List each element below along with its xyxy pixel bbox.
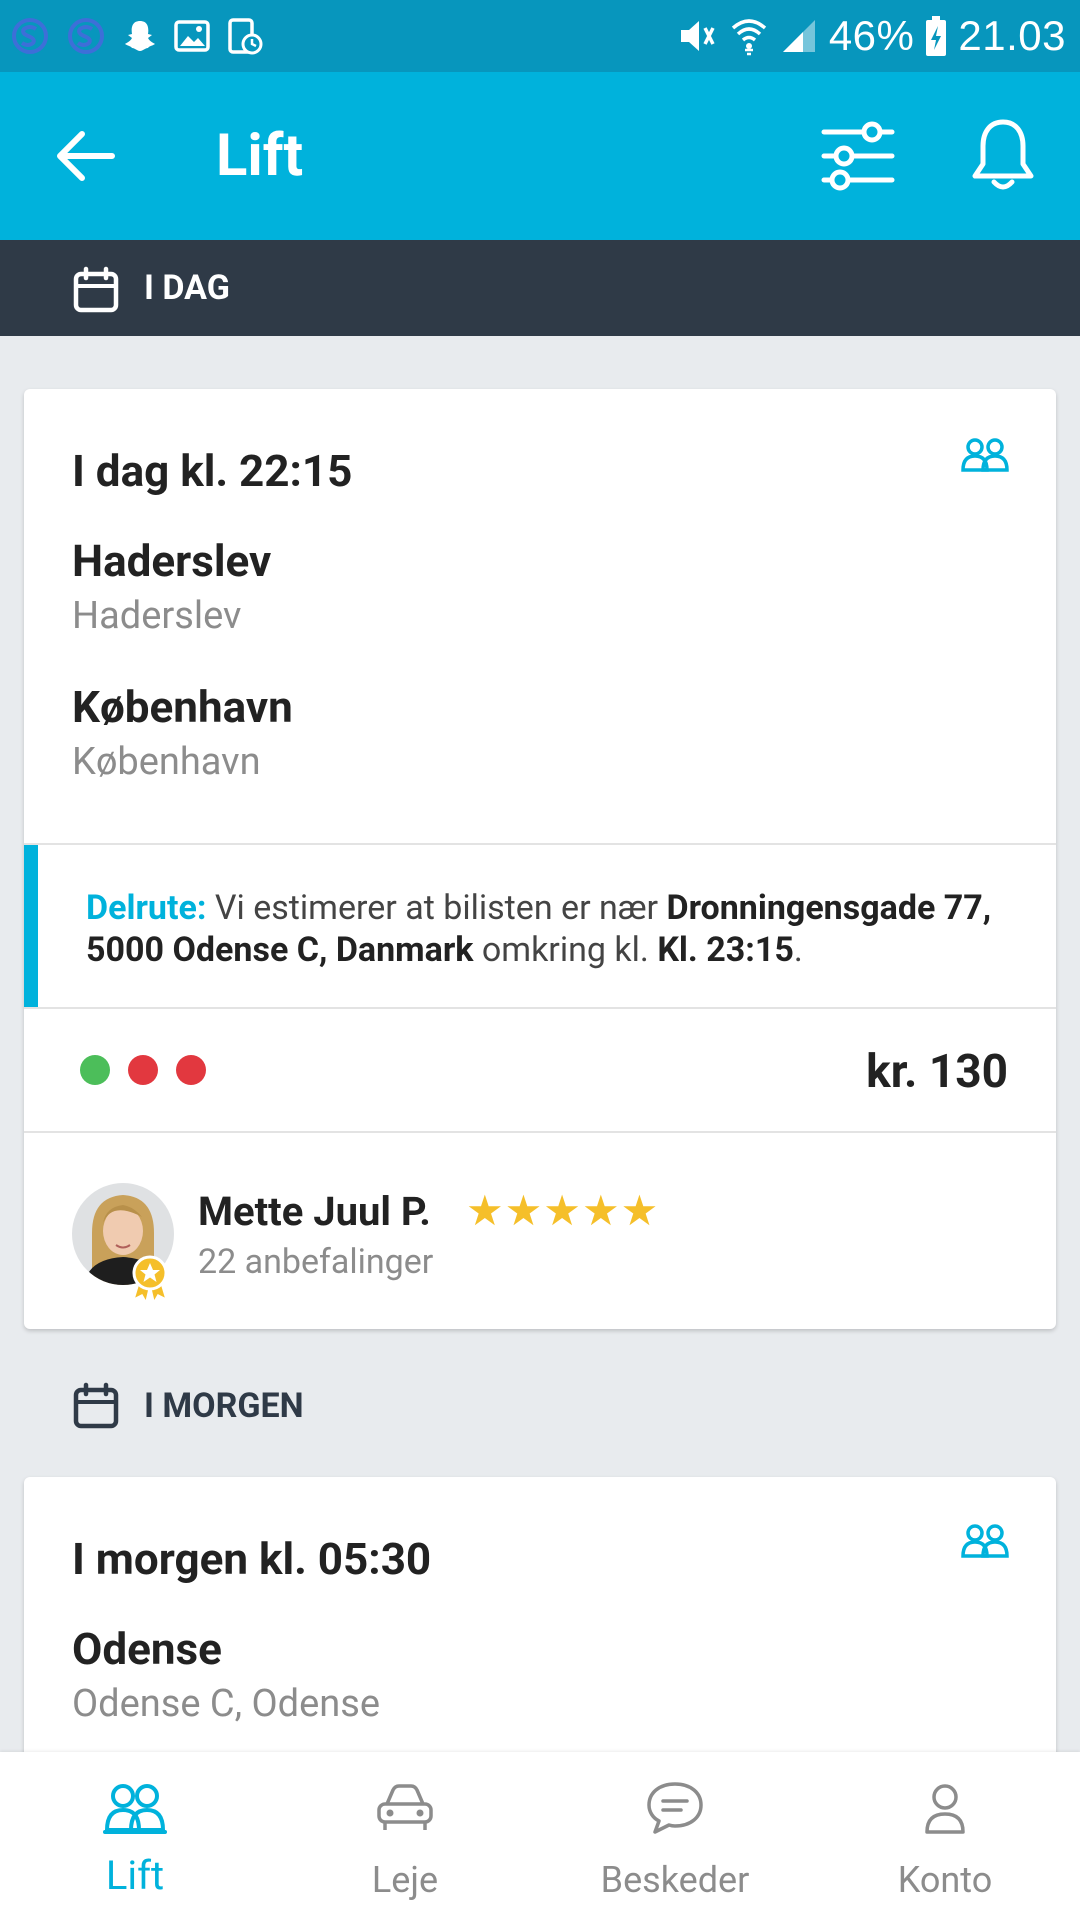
app-bar: Lift bbox=[0, 72, 1080, 240]
ride-price: kr. 130 bbox=[866, 1045, 1008, 1099]
delrute-text-part: Vi estimerer at bilisten er nær bbox=[206, 888, 667, 928]
ride-card[interactable]: I dag kl. 22:15 Haderslev Haderslev Købe… bbox=[24, 389, 1056, 1329]
s-app-icon bbox=[68, 18, 104, 54]
award-badge-icon bbox=[132, 1255, 168, 1303]
ride-time: I dag kl. 22:15 bbox=[72, 445, 353, 497]
clock: 21.03 bbox=[958, 12, 1066, 59]
chat-icon bbox=[647, 1782, 703, 1834]
section-header-tomorrow: I MORGEN bbox=[0, 1374, 1080, 1438]
nav-label: Lift bbox=[105, 1852, 165, 1899]
nav-item-lift[interactable]: Lift bbox=[0, 1752, 270, 1920]
from-subtitle: Haderslev bbox=[72, 594, 242, 638]
people-icon bbox=[961, 438, 1009, 472]
nav-label: Konto bbox=[897, 1859, 993, 1901]
bottom-navigation: Lift Leje Beskeder Konto bbox=[0, 1752, 1080, 1920]
delrute-accent-bar bbox=[24, 845, 38, 1007]
driver-name: Mette Juul P. bbox=[198, 1188, 431, 1235]
section-label: I MORGEN bbox=[144, 1386, 304, 1426]
from-city: Odense bbox=[72, 1623, 222, 1675]
nav-item-konto[interactable]: Konto bbox=[810, 1752, 1080, 1920]
seat-availability-dots bbox=[80, 1055, 206, 1085]
usage-icon bbox=[228, 18, 263, 55]
section-header-today: I DAG bbox=[0, 240, 1080, 336]
nav-item-beskeder[interactable]: Beskeder bbox=[540, 1752, 810, 1920]
battery-percent: 46% bbox=[828, 12, 915, 59]
delrute-text-part: . bbox=[793, 930, 803, 970]
delrute-time: Kl. 23:15 bbox=[657, 930, 794, 970]
people-icon bbox=[103, 1784, 167, 1834]
ride-time: I morgen kl. 05:30 bbox=[72, 1533, 432, 1585]
wifi-icon bbox=[731, 19, 766, 56]
seat-dot-available bbox=[80, 1055, 110, 1085]
person-icon bbox=[925, 1784, 965, 1834]
seat-dot-taken bbox=[128, 1055, 158, 1085]
delrute-text-part: omkring kl. bbox=[473, 930, 658, 970]
driver-rating-stars: ★★★★★ bbox=[466, 1187, 660, 1236]
divider bbox=[24, 1007, 1056, 1009]
delrute-label: Delrute: bbox=[86, 888, 207, 928]
page-title: Lift bbox=[216, 122, 304, 190]
from-city: Haderslev bbox=[72, 535, 272, 587]
delrute-info: Delrute: Vi estimerer at bilisten er nær… bbox=[24, 845, 1056, 1007]
filter-sliders-icon[interactable] bbox=[818, 120, 898, 192]
mute-vibrate-icon bbox=[680, 21, 715, 51]
signal-icon bbox=[782, 20, 815, 52]
battery-charging-icon bbox=[926, 16, 947, 56]
nav-item-leje[interactable]: Leje bbox=[270, 1752, 540, 1920]
calendar-icon bbox=[73, 1382, 119, 1429]
divider bbox=[24, 1131, 1056, 1133]
gallery-icon bbox=[174, 20, 210, 52]
from-subtitle: Odense C, Odense bbox=[72, 1682, 381, 1726]
status-bar-notifications bbox=[8, 10, 264, 62]
seat-dot-taken bbox=[176, 1055, 206, 1085]
s-app-icon bbox=[12, 18, 48, 54]
to-subtitle: København bbox=[72, 740, 261, 784]
section-label: I DAG bbox=[144, 268, 230, 308]
nav-label: Leje bbox=[371, 1859, 439, 1901]
car-icon bbox=[377, 1784, 433, 1830]
snapchat-icon bbox=[125, 21, 155, 51]
nav-label: Beskeder bbox=[600, 1859, 750, 1901]
people-icon bbox=[961, 1524, 1009, 1558]
bell-icon[interactable] bbox=[970, 116, 1036, 196]
status-bar-system: 46% 21.03 bbox=[675, 6, 1066, 66]
back-arrow-icon[interactable] bbox=[52, 122, 120, 190]
driver-recommendations: 22 anbefalinger bbox=[198, 1242, 434, 1282]
delrute-text: Delrute: Vi estimerer at bilisten er nær… bbox=[86, 887, 1016, 971]
calendar-icon bbox=[73, 266, 119, 313]
status-bar: 46% 21.03 bbox=[0, 0, 1080, 72]
to-city: København bbox=[72, 681, 293, 733]
